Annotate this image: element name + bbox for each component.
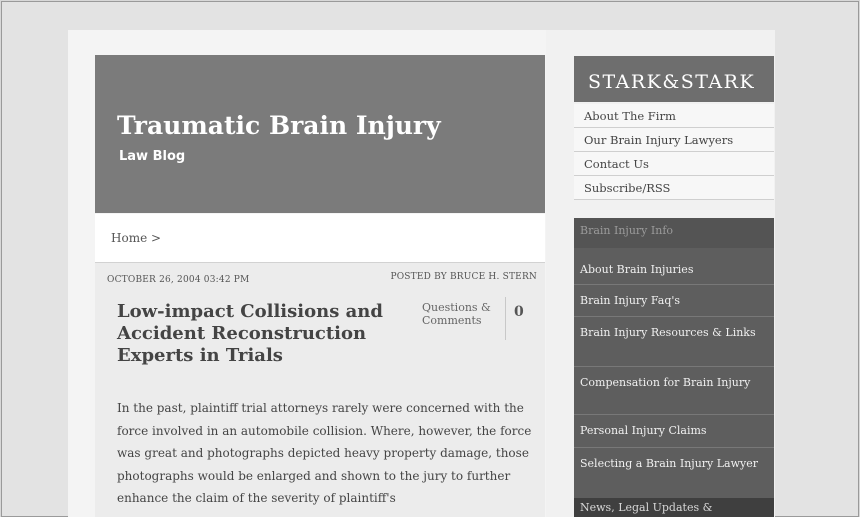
sidebar-links: About The Firm Our Brain Injury Lawyers …	[574, 104, 774, 200]
sidebar-link-lawyers[interactable]: Our Brain Injury Lawyers	[574, 128, 774, 152]
comments-link[interactable]: Questions & Comments	[422, 301, 512, 327]
nav-brain-injury-faqs[interactable]: Brain Injury Faq's	[580, 294, 765, 308]
firm-logo-text: STARK&STARK	[588, 71, 756, 93]
nav-divider	[574, 316, 774, 317]
panel-header: Brain Injury Info	[574, 218, 774, 248]
blog-title[interactable]: Traumatic Brain Injury	[117, 111, 441, 140]
comments-count[interactable]: 0	[505, 297, 524, 340]
post-date: OCTOBER 26, 2004 03:42 PM	[107, 275, 250, 285]
blog-header: Traumatic Brain Injury Law Blog	[95, 55, 545, 213]
news-legal-updates-header[interactable]: News, Legal Updates &	[574, 498, 774, 517]
brain-injury-info-panel: Brain Injury Info About Brain Injuries B…	[574, 218, 774, 517]
breadcrumb: Home >	[95, 214, 545, 263]
sidebar-link-contact[interactable]: Contact Us	[574, 152, 774, 176]
firm-logo[interactable]: STARK&STARK	[574, 56, 774, 102]
nav-divider	[574, 447, 774, 448]
nav-compensation[interactable]: Compensation for Brain Injury	[580, 376, 765, 390]
panel-title: Brain Injury Info	[580, 224, 674, 237]
nav-about-brain-injuries[interactable]: About Brain Injuries	[580, 263, 765, 277]
nav-divider	[574, 414, 774, 415]
sidebar-link-about-firm[interactable]: About The Firm	[574, 104, 774, 128]
post-body: In the past, plaintiff trial attorneys r…	[117, 401, 532, 505]
nav-resources-links[interactable]: Brain Injury Resources & Links	[580, 326, 765, 340]
breadcrumb-home-link[interactable]: Home >	[111, 231, 161, 245]
nav-personal-injury-claims[interactable]: Personal Injury Claims	[580, 424, 765, 438]
nav-selecting-lawyer[interactable]: Selecting a Brain Injury Lawyer	[580, 457, 765, 471]
nav-divider	[574, 284, 774, 285]
sidebar-link-subscribe[interactable]: Subscribe/RSS	[574, 176, 774, 200]
post-author: POSTED BY BRUCE H. STERN	[390, 272, 537, 282]
post-content: OCTOBER 26, 2004 03:42 PM POSTED BY BRUC…	[95, 263, 545, 517]
blog-subtitle: Law Blog	[119, 149, 186, 164]
nav-divider	[574, 366, 774, 367]
news-label: News, Legal Updates &	[580, 501, 713, 514]
post-title[interactable]: Low-impact Collisions and Accident Recon…	[117, 301, 407, 367]
